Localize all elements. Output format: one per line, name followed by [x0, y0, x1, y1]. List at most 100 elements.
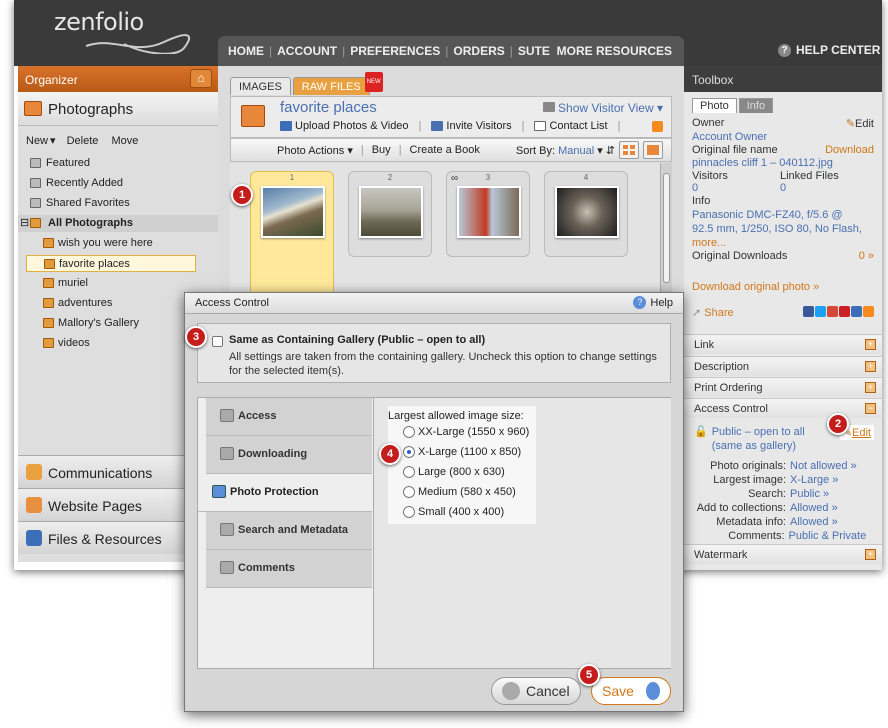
visitors-value[interactable]: 0 — [692, 182, 780, 194]
photo-actions-menu[interactable]: Photo Actions ▾ — [277, 144, 353, 157]
nav-account[interactable]: ACCOUNT — [277, 44, 337, 58]
accordion-watermark[interactable]: Watermark + — [684, 544, 882, 564]
tree-item-gallery-selected[interactable]: favorite places — [26, 255, 196, 272]
nav-orders[interactable]: ORDERS — [453, 44, 504, 58]
buy-button[interactable]: Buy — [372, 144, 391, 156]
expand-icon[interactable]: + — [865, 339, 876, 350]
grid-view-icon[interactable] — [619, 141, 639, 159]
accordion-description[interactable]: Description + — [684, 356, 882, 376]
tree-item-all-photographs[interactable]: ⊟ All Photographs — [18, 215, 218, 232]
size-option-x-large[interactable]: X-Large (1100 x 850) — [388, 442, 536, 462]
original-downloads-value[interactable]: 0 » — [859, 250, 874, 262]
access-value[interactable]: Public – open to all — [712, 425, 805, 439]
detail-value[interactable]: Allowed » — [790, 515, 838, 529]
photo-thumb[interactable]: 2 — [348, 171, 432, 257]
cancel-icon — [502, 682, 520, 700]
sort-by[interactable]: Sort By: Manual ▾ ⇵ — [516, 144, 615, 157]
help-center-link[interactable]: ? HELP CENTER — [778, 43, 880, 57]
radio-button[interactable] — [403, 506, 415, 518]
tree-item-featured[interactable]: Featured — [26, 155, 218, 172]
tab-raw-files[interactable]: RAW FILES NEW — [292, 72, 383, 95]
tree-item-gallery[interactable]: wish you were here — [26, 235, 218, 252]
invite-visitors-link[interactable]: Invite Visitors — [431, 120, 512, 132]
size-option-xx-large[interactable]: XX-Large (1550 x 960) — [388, 422, 536, 442]
detail-value[interactable]: Not allowed » — [790, 459, 857, 473]
info-more-link[interactable]: more... — [692, 236, 874, 250]
detail-value[interactable]: X-Large » — [790, 473, 838, 487]
email-icon[interactable] — [851, 306, 862, 317]
accordion-access-control[interactable]: Access Control − — [684, 398, 882, 418]
collapse-icon[interactable]: ⊟ — [20, 215, 29, 232]
radio-button[interactable] — [403, 486, 415, 498]
radio-button-selected[interactable] — [403, 446, 415, 458]
tree-item-gallery[interactable]: muriel — [26, 275, 218, 292]
tree-item-recently-added[interactable]: Recently Added — [26, 175, 218, 192]
tab-info[interactable]: Info — [738, 98, 774, 113]
scroll-thumb[interactable] — [663, 173, 670, 283]
delete-button[interactable]: Delete — [67, 135, 99, 147]
tab-photo[interactable]: Photo — [692, 98, 737, 113]
photo-thumb[interactable]: 3 ∞ — [446, 171, 530, 257]
contact-list-link[interactable]: Contact List — [534, 120, 608, 132]
dialog-help-link[interactable]: ? Help — [633, 296, 673, 309]
side-tab-search-metadata[interactable]: Search and Metadata — [206, 512, 372, 550]
photo-thumb-selected[interactable]: 1 — [250, 171, 334, 299]
new-menu[interactable]: New — [26, 135, 48, 147]
same-as-gallery-section: Same as Containing Gallery (Public – ope… — [197, 323, 671, 383]
collapse-icon[interactable]: − — [865, 403, 876, 414]
expand-icon[interactable]: + — [865, 361, 876, 372]
download-link[interactable]: Download — [825, 144, 874, 156]
filename-value[interactable]: pinnacles cliff 1 – 040112.jpg — [692, 156, 874, 170]
tree-item-shared-favorites[interactable]: Shared Favorites — [26, 195, 218, 212]
nav-home[interactable]: HOME — [228, 44, 264, 58]
detail-value[interactable]: Public » — [790, 487, 829, 501]
side-tab-comments[interactable]: Comments — [206, 550, 372, 588]
move-button[interactable]: Move — [111, 135, 138, 147]
photo-thumb[interactable]: 4 — [544, 171, 628, 257]
expand-icon[interactable]: + — [865, 382, 876, 393]
create-book-button[interactable]: Create a Book — [410, 144, 480, 156]
tab-images[interactable]: IMAGES — [230, 77, 291, 95]
radio-button[interactable] — [403, 466, 415, 478]
home-icon[interactable]: ⌂ — [190, 69, 212, 88]
gallery-title[interactable]: favorite places — [280, 99, 377, 116]
side-tab-access[interactable]: Access — [206, 398, 372, 436]
detail-value[interactable]: Allowed » — [790, 501, 838, 515]
sort-order-icon[interactable]: ⇵ — [606, 145, 615, 157]
single-view-icon[interactable] — [643, 141, 663, 159]
google-plus-icon[interactable] — [827, 306, 838, 317]
size-option-small[interactable]: Small (400 x 400) — [388, 502, 536, 522]
same-as-gallery-label[interactable]: Same as Containing Gallery (Public – ope… — [229, 334, 485, 346]
show-visitor-view[interactable]: Show Visitor View ▾ — [542, 101, 663, 115]
grid-scrollbar[interactable] — [660, 163, 672, 303]
linked-files-value[interactable]: 0 — [780, 182, 786, 194]
rss-icon[interactable] — [652, 121, 663, 132]
owner-edit-link[interactable]: ✎Edit — [846, 117, 874, 130]
facebook-icon[interactable] — [803, 306, 814, 317]
share-link[interactable]: ➚ Share — [692, 306, 734, 320]
size-option-medium[interactable]: Medium (580 x 450) — [388, 482, 536, 502]
pinterest-icon[interactable] — [839, 306, 850, 317]
download-original-link[interactable]: Download original photo » — [692, 280, 874, 294]
shield-icon — [212, 485, 226, 498]
main-nav: HOME | ACCOUNT | PREFERENCES | ORDERS | SUTE… — [218, 36, 684, 66]
photographs-header[interactable]: Photographs — [18, 92, 218, 126]
expand-icon[interactable]: + — [865, 549, 876, 560]
owner-value[interactable]: Account Owner — [692, 130, 874, 144]
nav-preferences[interactable]: PREFERENCES — [350, 44, 440, 58]
nav-more-resources[interactable]: MORE RESOURCES — [557, 44, 672, 58]
size-option-large[interactable]: Large (800 x 630) — [388, 462, 536, 482]
cancel-button[interactable]: Cancel — [491, 677, 581, 705]
accordion-print-ordering[interactable]: Print Ordering + — [684, 377, 882, 397]
zenfolio-logo[interactable]: zenfolio — [54, 8, 144, 36]
save-button[interactable]: Save — [591, 677, 671, 705]
side-tab-downloading[interactable]: Downloading — [206, 436, 372, 474]
side-tab-photo-protection[interactable]: Photo Protection — [198, 474, 372, 512]
radio-button[interactable] — [403, 426, 415, 438]
nav-site[interactable]: SUTE — [518, 44, 550, 58]
accordion-link[interactable]: Link + — [684, 334, 882, 354]
twitter-icon[interactable] — [815, 306, 826, 317]
same-as-gallery-checkbox[interactable] — [212, 336, 223, 347]
upload-link[interactable]: Upload Photos & Video — [280, 120, 409, 132]
rss-icon[interactable] — [863, 306, 874, 317]
